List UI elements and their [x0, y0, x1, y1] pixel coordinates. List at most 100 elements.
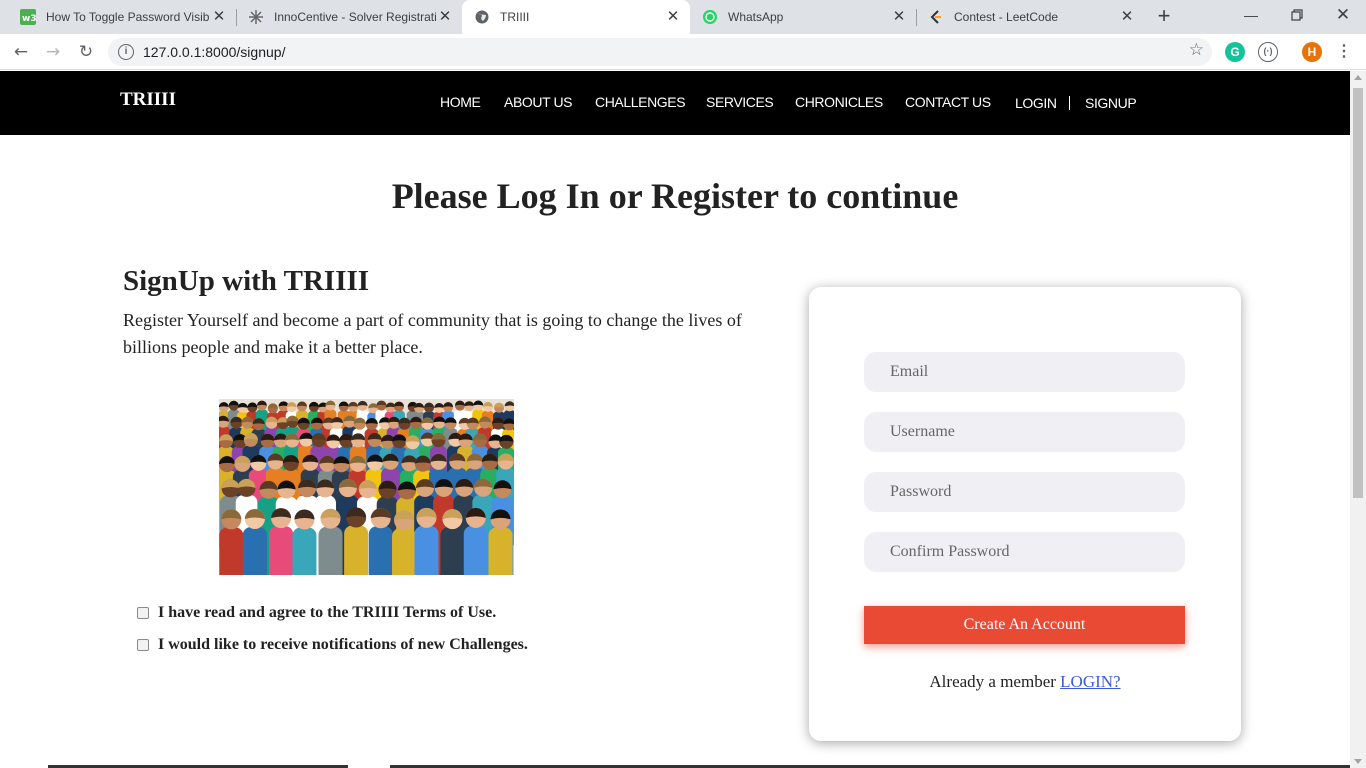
site-navbar: TRIIII HOME ABOUT US CHALLENGES SERVICES… [0, 71, 1350, 135]
close-window-icon[interactable]: ✕ [1320, 0, 1366, 30]
crowd-person-body [242, 526, 267, 575]
crowd-person-body [414, 525, 439, 575]
browser-tab-leetcode[interactable]: Contest - LeetCode ✕ [916, 0, 1144, 34]
crowd-person-hair [267, 403, 278, 409]
browser-toolbar: ← → ↻ i 127.0.0.1:8000/signup/ ☆ G (·) H… [0, 34, 1366, 70]
crowd-person-hair [434, 402, 445, 408]
address-bar[interactable]: i 127.0.0.1:8000/signup/ ☆ [108, 38, 1212, 66]
already-member-line: Already a member LOGIN? [809, 672, 1241, 692]
notifications-checkbox-label[interactable]: I would like to receive notifications of… [158, 636, 528, 654]
notifications-checkbox-row[interactable]: I would like to receive notifications of… [137, 636, 528, 654]
crowd-person-hair [454, 400, 465, 406]
nav-divider [1069, 96, 1070, 110]
leetcode-icon [928, 9, 944, 25]
notifications-checkbox[interactable] [137, 639, 149, 651]
email-field[interactable] [864, 352, 1185, 392]
tab-title: InnoCentive - Solver Registrati [274, 10, 436, 24]
nav-challenges[interactable]: CHALLENGES [595, 94, 686, 110]
nav-about-us[interactable]: ABOUT US [504, 94, 573, 110]
scroll-down-icon[interactable] [1354, 759, 1362, 764]
innocentive-icon [248, 9, 264, 25]
tab-title: TRIIII [500, 10, 530, 24]
page-scrollbar[interactable] [1350, 71, 1366, 768]
crowd-person-hair [464, 401, 475, 407]
crowd-person-hair [348, 401, 359, 407]
crowd-person-hair [504, 401, 514, 407]
close-icon[interactable]: ✕ [1118, 8, 1136, 26]
crowd-person-body [344, 525, 369, 575]
terms-checkbox-label[interactable]: I have read and agree to the TRIIII Term… [158, 604, 496, 622]
whatsapp-icon [702, 9, 718, 25]
crowd-person-hair [237, 402, 248, 408]
community-crowd-image [219, 399, 514, 575]
tab-title: How To Toggle Password Visibi [46, 10, 210, 24]
nav-contact-us[interactable]: CONTACT US [905, 94, 991, 110]
globe-icon [474, 9, 490, 25]
new-tab-icon[interactable]: + [1152, 5, 1176, 29]
tab-title: WhatsApp [728, 10, 784, 24]
info-icon[interactable]: i [118, 44, 134, 60]
scroll-up-icon[interactable] [1354, 75, 1362, 80]
close-icon[interactable]: ✕ [664, 8, 682, 26]
crowd-person-hair [286, 402, 297, 408]
crowd-person-body [219, 527, 244, 575]
already-member-text: Already a member [929, 672, 1056, 691]
nav-services[interactable]: SERVICES [706, 94, 774, 110]
browser-tab-triiii[interactable]: TRIIII ✕ [462, 0, 690, 34]
forward-icon[interactable]: → [40, 39, 66, 65]
crowd-person-body [440, 527, 465, 575]
url-text[interactable]: 127.0.0.1:8000/signup/ [143, 44, 285, 60]
confirm-password-field[interactable] [864, 532, 1185, 572]
password-field[interactable] [864, 472, 1185, 512]
login-link[interactable]: LOGIN? [1060, 672, 1120, 691]
browser-tab-strip: w3 How To Toggle Password Visibi ✕ InnoC… [0, 0, 1366, 34]
reload-icon[interactable]: ↻ [73, 39, 99, 65]
crowd-person-hair [424, 402, 435, 408]
terms-checkbox[interactable] [137, 607, 149, 619]
extension-icon[interactable]: (·) [1258, 42, 1278, 62]
signup-heading: SignUp with TRIIII [123, 265, 370, 297]
nav-signup[interactable]: SIGNUP [1085, 95, 1137, 111]
crowd-person-hair [308, 401, 319, 407]
crowd-person-body [392, 528, 417, 575]
crowd-person-hair [219, 402, 229, 408]
close-icon[interactable]: ✕ [210, 8, 228, 26]
grammarly-icon[interactable]: G [1225, 42, 1245, 62]
crowd-person-body [269, 526, 294, 575]
scrollbar-thumb[interactable] [1353, 88, 1363, 498]
crowd-person-hair [256, 400, 267, 406]
browser-tab-w3schools[interactable]: w3 How To Toggle Password Visibi ✕ [8, 0, 237, 34]
crowd-person-body [463, 525, 488, 575]
back-icon[interactable]: ← [8, 39, 34, 65]
tab-title: Contest - LeetCode [954, 10, 1059, 24]
site-logo[interactable]: TRIIII [120, 89, 176, 111]
bookmark-star-icon[interactable]: ☆ [1189, 40, 1204, 60]
restore-icon[interactable] [1274, 0, 1320, 30]
browser-tab-innocentive[interactable]: InnoCentive - Solver Registrati ✕ [236, 0, 462, 34]
browser-tab-whatsapp[interactable]: WhatsApp ✕ [690, 0, 917, 34]
menu-kebab-icon[interactable]: ⋮ [1334, 42, 1354, 62]
crowd-person-body [318, 526, 343, 575]
create-account-button[interactable]: Create An Account [864, 606, 1185, 644]
nav-home[interactable]: HOME [440, 94, 481, 110]
page-viewport: TRIIII HOME ABOUT US CHALLENGES SERVICES… [0, 71, 1350, 768]
minimize-icon[interactable]: — [1228, 0, 1274, 30]
terms-checkbox-row[interactable]: I have read and agree to the TRIIII Term… [137, 604, 496, 622]
close-icon[interactable]: ✕ [436, 8, 454, 26]
close-icon[interactable]: ✕ [890, 8, 908, 26]
crowd-person-body [368, 526, 393, 575]
crowd-person-hair [338, 401, 349, 407]
crowd-person-body [292, 527, 317, 575]
signup-form-card: Create An Account Already a member LOGIN… [809, 287, 1241, 741]
signup-description: Register Yourself and become a part of c… [123, 310, 742, 357]
crowd-person-hair [393, 401, 404, 407]
svg-text:w3: w3 [22, 14, 36, 24]
crowd-person-body [488, 527, 513, 575]
w3schools-icon: w3 [20, 9, 36, 25]
nav-login[interactable]: LOGIN [1015, 95, 1057, 111]
crowd-person-hair [325, 400, 336, 406]
nav-chronicles[interactable]: CHRONICLES [795, 94, 883, 110]
username-field[interactable] [864, 412, 1185, 452]
crowd-person-hair [357, 400, 368, 406]
profile-avatar[interactable]: H [1302, 42, 1322, 62]
